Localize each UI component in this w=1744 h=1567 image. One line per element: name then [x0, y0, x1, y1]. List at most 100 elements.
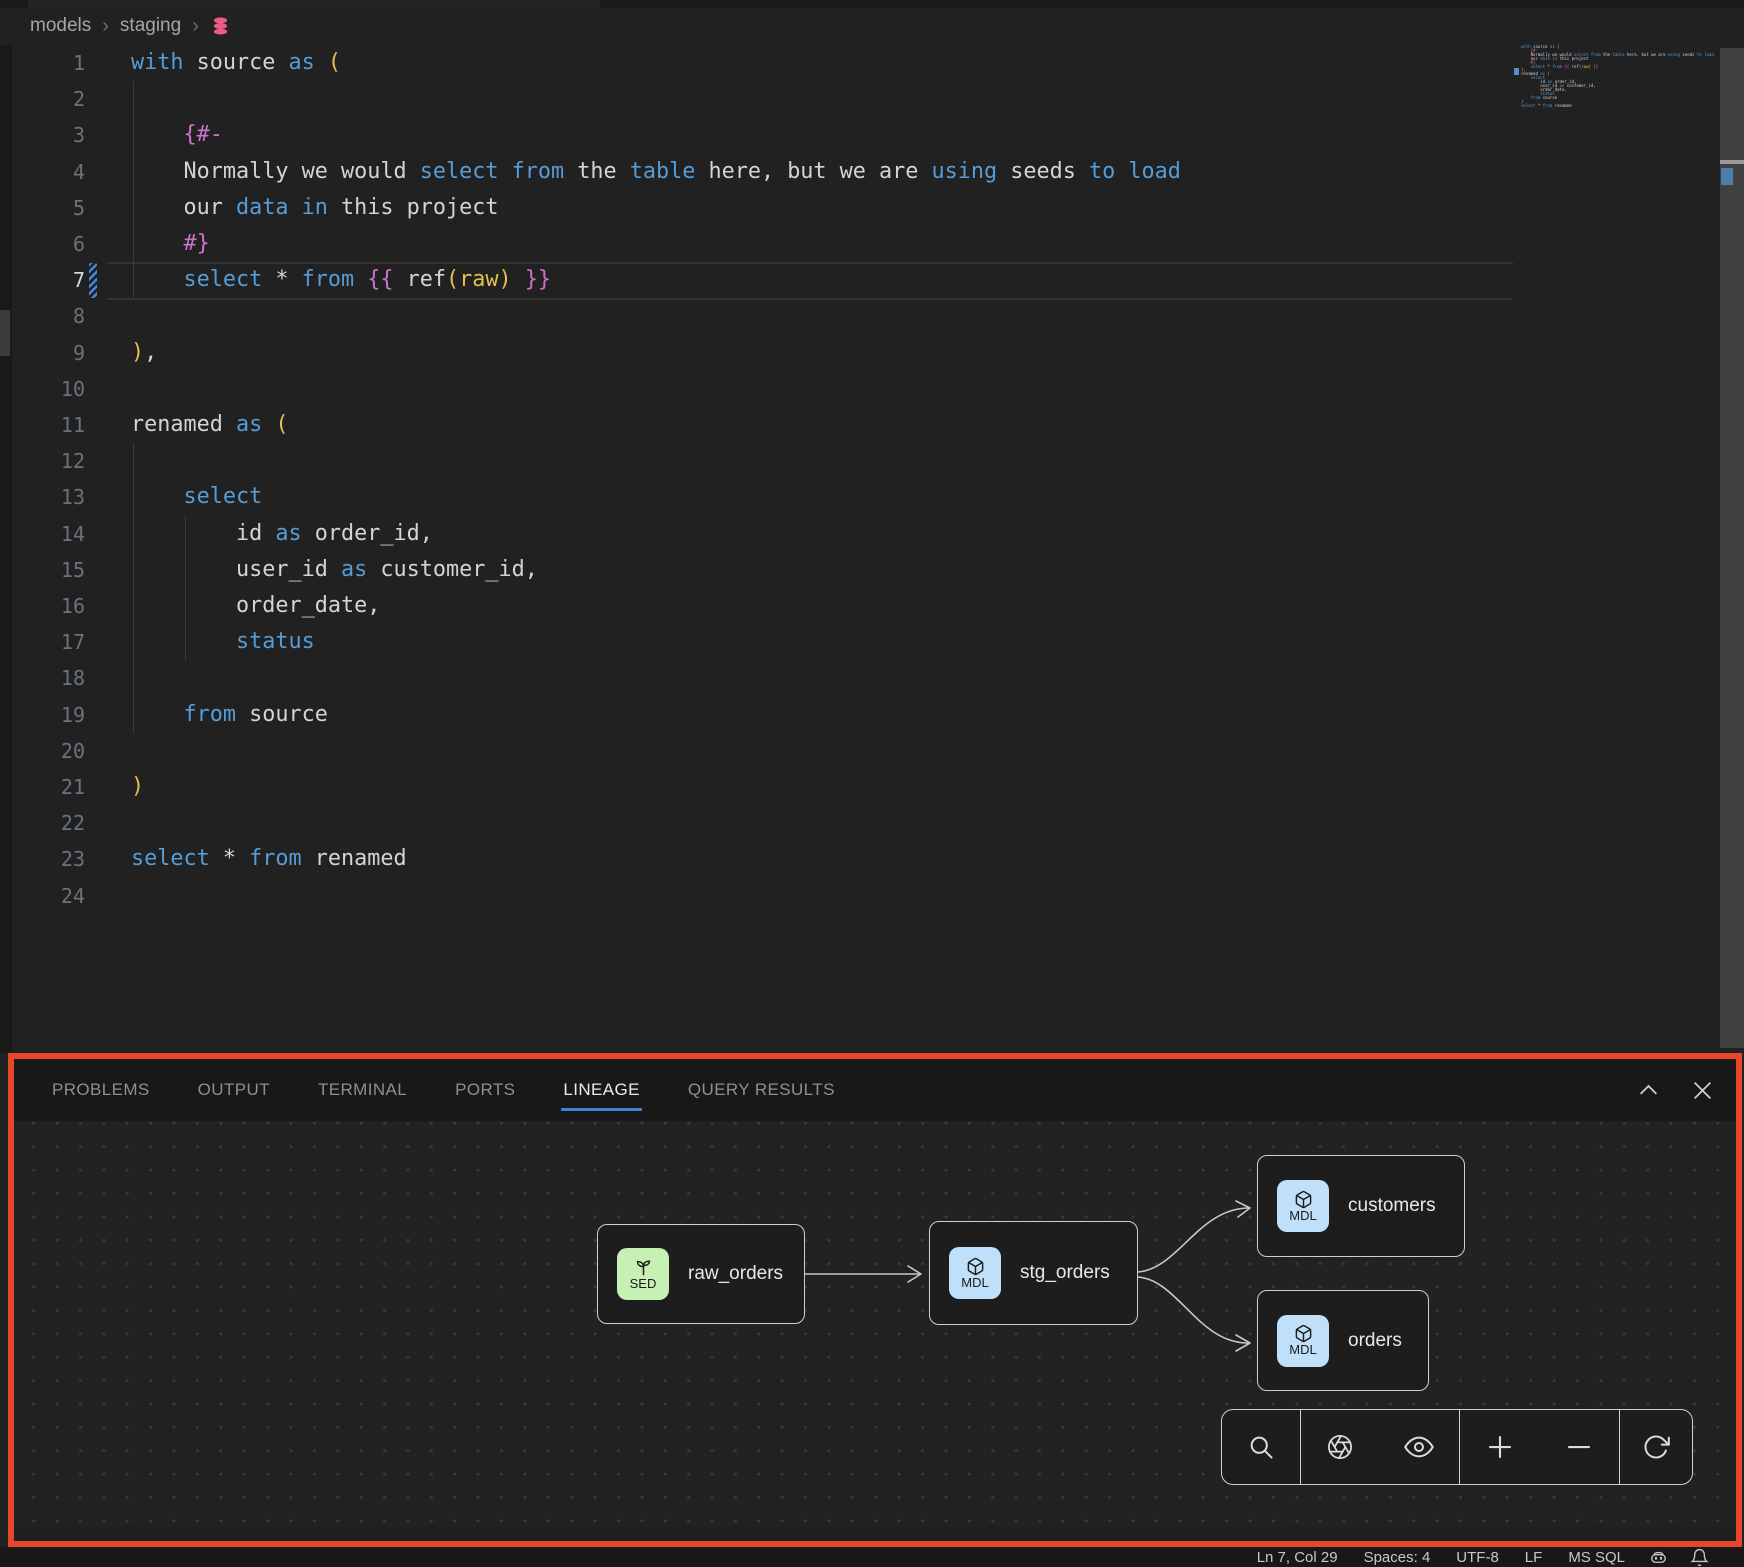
minimap[interactable]: with source as ( {#- Normally we would s… [1521, 45, 1717, 108]
breadcrumb-item[interactable]: models [30, 15, 91, 37]
breadcrumb-item[interactable]: staging [120, 15, 181, 37]
minimap-line: select * from renamed [1521, 104, 1717, 108]
close-panel-button[interactable] [1689, 1077, 1716, 1104]
node-badge-label: MDL [1289, 1209, 1316, 1223]
node-badge-label: SED [630, 1277, 657, 1291]
node-label: stg_orders [1020, 1262, 1110, 1284]
refresh-button[interactable] [1628, 1419, 1684, 1475]
breadcrumb[interactable]: models›staging› [30, 8, 239, 44]
code-line: ), [131, 335, 157, 371]
line-number: 8 [12, 298, 85, 334]
cube-icon [966, 1257, 985, 1276]
line-number: 15 [12, 552, 85, 588]
node-badge-model: MDL [949, 1247, 1001, 1299]
code-line: status [131, 624, 315, 660]
panel-tab-problems[interactable]: PROBLEMS [52, 1080, 150, 1100]
toolbar-group [1459, 1410, 1619, 1484]
panel-tab-lineage[interactable]: LINEAGE [563, 1080, 640, 1100]
zoom-out-icon [1564, 1432, 1594, 1462]
line-number: 24 [12, 878, 85, 914]
code-line: with source as ( [131, 45, 341, 81]
copilot-button[interactable] [1638, 1548, 1679, 1567]
code-line: {#- [131, 117, 223, 153]
line-number: 23 [12, 841, 85, 877]
line-number: 17 [12, 624, 85, 660]
status-item[interactable]: UTF-8 [1443, 1549, 1512, 1566]
seedling-icon [634, 1258, 653, 1277]
overview-ruler-modified-marker [1721, 168, 1733, 185]
line-number: 13 [12, 479, 85, 515]
notifications-button[interactable] [1679, 1548, 1720, 1567]
zoom-in-button[interactable] [1472, 1419, 1528, 1475]
copilot-icon [1649, 1548, 1668, 1567]
node-badge-label: MDL [1289, 1343, 1316, 1357]
bottom-panel-annotated: PROBLEMS OUTPUT TERMINAL PORTS LINEAGE QUERY … [8, 1053, 1742, 1547]
lineage-node-stg_orders[interactable]: MDL stg_orders [929, 1221, 1138, 1325]
status-item[interactable]: LF [1512, 1549, 1556, 1566]
toolbar-group [1222, 1410, 1300, 1484]
close-icon [1689, 1077, 1716, 1104]
panel-tab-bar: PROBLEMS OUTPUT TERMINAL PORTS LINEAGE QUERY … [14, 1059, 1736, 1121]
tab-bar-strip [0, 0, 1744, 8]
panel-tab-output[interactable]: OUTPUT [198, 1080, 270, 1100]
status-item[interactable]: MS SQL [1555, 1549, 1638, 1566]
code-line: from source [131, 697, 328, 733]
status-items: Ln 7, Col 29Spaces: 4UTF-8LFMS SQL [1244, 1549, 1638, 1566]
edge-stg-to-orders [1138, 1277, 1248, 1343]
left-strip-indicator [0, 310, 10, 356]
line-number: 12 [12, 443, 85, 479]
breadcrumb-file[interactable] [210, 16, 239, 37]
line-number: 6 [12, 226, 85, 262]
panel-tab-ports[interactable]: PORTS [455, 1080, 515, 1100]
node-badge-model: MDL [1277, 1315, 1329, 1367]
status-item[interactable]: Ln 7, Col 29 [1244, 1549, 1351, 1566]
maximize-panel-button[interactable] [1635, 1077, 1662, 1104]
line-number: 20 [12, 733, 85, 769]
zoom-out-button[interactable] [1551, 1419, 1607, 1475]
code-line: #} [131, 226, 210, 262]
lineage-canvas[interactable]: SED raw_orders MDL stg_orders MDL custom… [14, 1121, 1736, 1527]
line-number: 2 [12, 81, 85, 117]
status-item[interactable]: Spaces: 4 [1351, 1549, 1444, 1566]
panel-tab-query-results[interactable]: QUERY RESULTS [688, 1080, 835, 1100]
panel-tab-terminal[interactable]: TERMINAL [318, 1080, 407, 1100]
line-number: 22 [12, 805, 85, 841]
lineage-node-raw_orders[interactable]: SED raw_orders [597, 1224, 805, 1324]
code-editor[interactable]: 123456789101112131415161718192021222324 … [0, 45, 1744, 1053]
status-bar: Ln 7, Col 29Spaces: 4UTF-8LFMS SQL [0, 1547, 1744, 1567]
line-number: 18 [12, 660, 85, 696]
line-number: 1 [12, 45, 85, 81]
line-number: 11 [12, 407, 85, 443]
lineage-node-orders[interactable]: MDL orders [1257, 1290, 1429, 1391]
code-line: user_id as customer_id, [131, 552, 538, 588]
code-line: renamed as ( [131, 407, 288, 443]
line-number: 19 [12, 697, 85, 733]
panel-tabs: PROBLEMS OUTPUT TERMINAL PORTS LINEAGE QUERY … [52, 1059, 835, 1121]
eye-button[interactable] [1391, 1419, 1447, 1475]
node-badge-model: MDL [1277, 1180, 1329, 1232]
eye-icon [1404, 1432, 1434, 1462]
vscode-window: models›staging› 123456789101112131415161… [0, 0, 1744, 1567]
search-icon [1247, 1433, 1275, 1461]
node-label: orders [1348, 1330, 1402, 1352]
line-number: 9 [12, 335, 85, 371]
code-line: select [131, 479, 262, 515]
breadcrumb-separator: › [102, 15, 109, 38]
chevron-up-icon [1635, 1077, 1662, 1104]
bell-icon [1690, 1548, 1709, 1567]
cube-icon [1294, 1324, 1313, 1343]
lineage-node-customers[interactable]: MDL customers [1257, 1155, 1465, 1257]
search-button[interactable] [1233, 1419, 1289, 1475]
panel-actions [1635, 1059, 1716, 1121]
aperture-icon [1326, 1433, 1354, 1461]
code-line: id as order_id, [131, 516, 433, 552]
line-number: 10 [12, 371, 85, 407]
active-tab-strip[interactable] [28, 0, 600, 8]
editor-scrollbar[interactable] [1720, 48, 1744, 1048]
editor-left-strip [0, 45, 12, 1053]
node-badge-seed: SED [617, 1248, 669, 1300]
node-badge-label: MDL [961, 1276, 988, 1290]
code-line: order_date, [131, 588, 380, 624]
minimap-modified-marker [1514, 68, 1519, 75]
aperture-button[interactable] [1312, 1419, 1368, 1475]
